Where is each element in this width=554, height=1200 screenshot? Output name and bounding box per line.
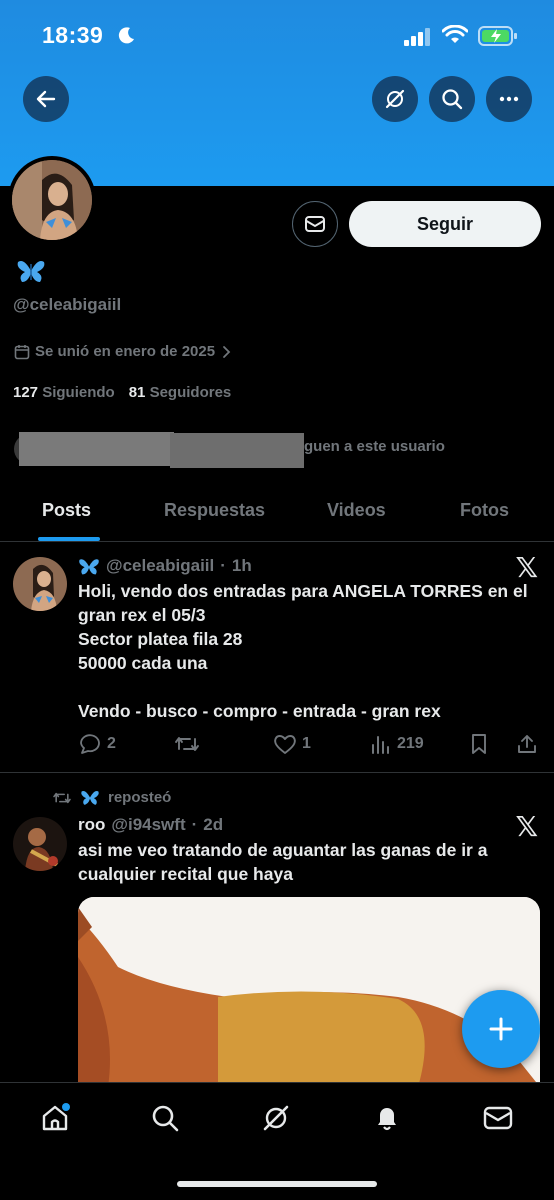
post-actions: 2 1 219: [78, 733, 540, 757]
follow-button[interactable]: Seguir: [349, 201, 541, 247]
retweet-button[interactable]: [174, 733, 200, 755]
profile-handle: @celeabigaiil: [13, 295, 122, 314]
grok-icon: [263, 1105, 289, 1131]
repost-indicator: reposteó: [52, 789, 171, 806]
post-media-image[interactable]: [78, 897, 540, 1087]
nav-notifications[interactable]: [370, 1101, 404, 1135]
butterfly-icon: [81, 791, 99, 805]
share-icon: [518, 735, 536, 753]
battery-icon: [478, 26, 517, 46]
joined-date[interactable]: Se unió en enero de 2025: [14, 343, 232, 360]
more-button[interactable]: [486, 76, 532, 122]
reply-count: 2: [107, 735, 116, 752]
post-header: @celeabigaiil · 1h: [78, 556, 252, 576]
nav-grok[interactable]: [259, 1101, 293, 1135]
envelope-icon: [305, 216, 325, 232]
post-author-avatar[interactable]: [13, 817, 67, 871]
post-time: 1h: [231, 556, 252, 575]
profile-tabs: Posts Respuestas Videos Fotos: [0, 486, 554, 542]
butterfly-icon: [17, 261, 45, 282]
active-tab-indicator: [38, 537, 100, 541]
followers-you-know-text: guen a este usuario: [304, 438, 445, 455]
nav-search[interactable]: [148, 1101, 182, 1135]
calendar-icon: [14, 344, 30, 359]
profile-avatar[interactable]: [12, 160, 92, 240]
views-button[interactable]: 219: [370, 733, 424, 755]
post-separator: ·: [220, 556, 226, 575]
message-button[interactable]: [292, 201, 338, 247]
following-label: Siguiendo: [42, 384, 115, 401]
mail-icon: [483, 1106, 513, 1130]
tab-replies[interactable]: Respuestas: [164, 500, 265, 521]
nav-messages[interactable]: [481, 1101, 515, 1135]
followers-link[interactable]: 81 Seguidores: [129, 384, 232, 401]
followers-you-know[interactable]: guen a este usuario: [14, 430, 514, 468]
post-author-avatar[interactable]: [13, 557, 67, 611]
plus-icon: [489, 1017, 513, 1041]
post-item[interactable]: @celeabigaiil · 1h 𝕏 Holi, vendo dos ent…: [0, 543, 554, 773]
retweet-icon: [53, 792, 71, 803]
post-text: asi me veo tratando de aguantar las gana…: [78, 840, 488, 884]
share-button[interactable]: [516, 733, 538, 755]
bookmark-button[interactable]: [469, 733, 489, 755]
like-icon: [274, 735, 296, 754]
follow-counts: 127 Siguiendo 81 Seguidores: [13, 384, 231, 401]
grok-icon: [385, 89, 405, 109]
avatar-photo: [12, 160, 92, 240]
followers-count: 81: [128, 384, 146, 401]
post-author-handle: @celeabigaiil: [106, 556, 215, 575]
bookmark-icon: [472, 734, 486, 754]
retweet-icon: [175, 737, 199, 751]
redacted-area: [19, 432, 174, 466]
wifi-icon: [442, 25, 468, 43]
compose-button[interactable]: [462, 990, 540, 1068]
status-time: 18:39: [42, 22, 104, 48]
search-button[interactable]: [429, 76, 475, 122]
views-icon: [372, 736, 389, 754]
chevron-right-icon: [223, 345, 231, 358]
post-author-handle: @i94swft: [111, 815, 186, 834]
bell-icon: [378, 1108, 396, 1131]
status-bar: 18:39: [0, 0, 554, 70]
like-count: 1: [302, 735, 311, 752]
butterfly-icon: [79, 558, 99, 575]
search-icon: [152, 1105, 179, 1132]
nav-home[interactable]: [38, 1101, 72, 1135]
post-text: Holi, vendo dos entradas para ANGELA TOR…: [78, 581, 528, 721]
tab-videos[interactable]: Videos: [327, 500, 386, 521]
post-time: 2d: [203, 815, 224, 834]
post-separator: ·: [191, 815, 198, 834]
search-icon: [442, 89, 463, 110]
repost-label: reposteó: [108, 789, 172, 806]
followers-label: Seguidores: [149, 384, 232, 401]
following-count: 127: [13, 384, 39, 401]
back-button[interactable]: [23, 76, 69, 122]
grok-button[interactable]: [372, 76, 418, 122]
tab-posts[interactable]: Posts: [42, 500, 91, 521]
joined-text: Se unió en enero de 2025: [35, 343, 216, 360]
tab-photos[interactable]: Fotos: [460, 500, 509, 521]
more-icon: [499, 96, 519, 102]
home-icon: [42, 1103, 70, 1131]
home-indicator: [177, 1181, 377, 1187]
post-header: roo @i94swft · 2d: [78, 815, 223, 835]
redacted-area: [170, 433, 304, 468]
post-author-name: roo: [78, 815, 106, 834]
back-arrow-icon: [36, 90, 56, 108]
horse-image: [78, 897, 540, 1087]
moon-icon: [118, 27, 134, 44]
like-button[interactable]: 1: [273, 733, 311, 755]
reply-button[interactable]: 2: [78, 733, 116, 755]
views-count: 219: [397, 735, 424, 752]
reply-icon: [80, 734, 100, 754]
following-link[interactable]: 127 Siguiendo: [13, 384, 115, 401]
cellular-signal-icon: [404, 28, 430, 46]
